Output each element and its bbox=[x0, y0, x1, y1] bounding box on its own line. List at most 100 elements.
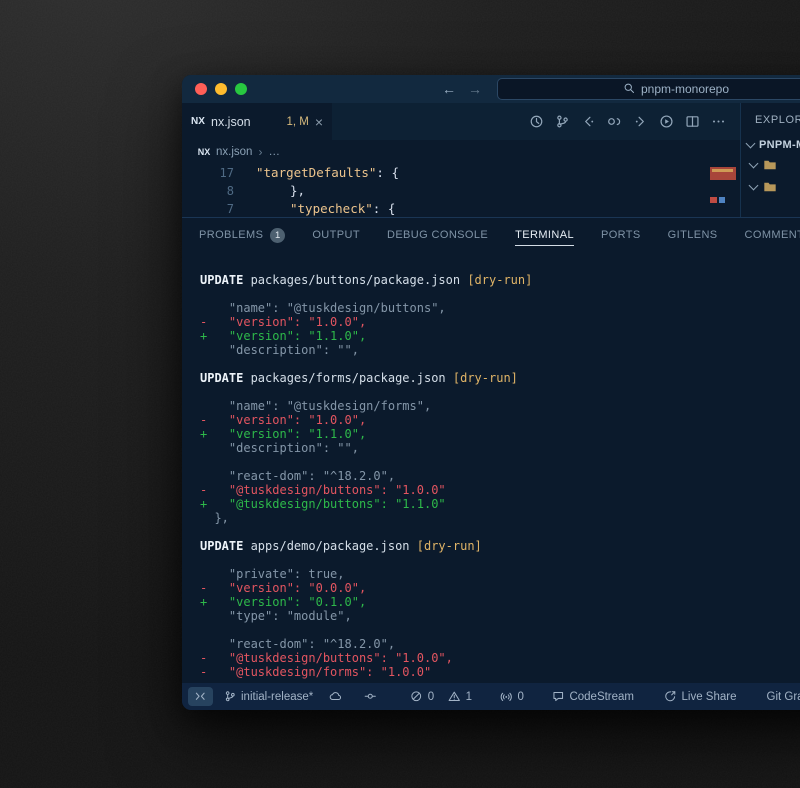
more-actions-button[interactable] bbox=[711, 114, 726, 129]
status-item-publish-changes[interactable] bbox=[322, 683, 349, 710]
run-button[interactable] bbox=[659, 114, 674, 129]
terminal-line: "name": "@tuskdesign/forms", bbox=[200, 399, 800, 413]
search-value: pnpm-monorepo bbox=[641, 82, 729, 96]
file-path: apps/demo/package.json bbox=[243, 539, 416, 553]
file-tree bbox=[741, 154, 800, 198]
status-item-remote-indicator[interactable] bbox=[188, 687, 213, 706]
terminal-line bbox=[200, 357, 800, 371]
source-control-button[interactable] bbox=[555, 114, 570, 129]
close-window-button[interactable] bbox=[195, 83, 207, 95]
diff-removed: - "@tuskdesign/forms": "1.0.0" bbox=[200, 665, 431, 679]
navigate-back-button[interactable]: ← bbox=[442, 81, 456, 97]
diff-context: "description": "", bbox=[200, 441, 359, 455]
terminal-line: + "version": "0.1.0", bbox=[200, 595, 800, 609]
tree-item-folder[interactable] bbox=[741, 154, 800, 176]
diff-added: + "version": "1.1.0", bbox=[200, 329, 366, 343]
diff-added: + "version": "1.1.0", bbox=[200, 427, 366, 441]
terminal-line: "react-dom": "^18.2.0", bbox=[200, 469, 800, 483]
search-icon bbox=[623, 82, 635, 97]
status-item-git-branch[interactable]: initial-release* bbox=[217, 683, 321, 710]
panel-tab-comments[interactable]: COMMENTS bbox=[745, 218, 800, 252]
panel-tab-problems[interactable]: PROBLEMS1 bbox=[199, 218, 285, 252]
terminal-line: - "version": "1.0.0", bbox=[200, 315, 800, 329]
panel-tab-terminal[interactable]: TERMINAL bbox=[515, 218, 574, 252]
navigate-forward-button[interactable]: → bbox=[468, 81, 482, 97]
code-text: }, bbox=[236, 182, 305, 200]
status-item-git-commit[interactable] bbox=[357, 683, 384, 710]
diff-context: "name": "@tuskdesign/forms", bbox=[200, 399, 431, 413]
git-commit-icon bbox=[364, 690, 377, 703]
open-changes-button[interactable] bbox=[607, 114, 622, 129]
status-label: initial-release* bbox=[241, 691, 313, 703]
folder-icon bbox=[762, 158, 778, 172]
timeline-button[interactable] bbox=[529, 114, 544, 129]
terminal-line: }, bbox=[200, 511, 800, 525]
diff-added: + "version": "0.1.0", bbox=[200, 595, 366, 609]
terminal-line: - "version": "0.0.0", bbox=[200, 581, 800, 595]
tab-close-button[interactable]: × bbox=[315, 115, 323, 129]
minimap[interactable] bbox=[710, 166, 736, 216]
diff-context: "name": "@tuskdesign/buttons", bbox=[200, 301, 446, 315]
update-keyword: UPDATE bbox=[200, 273, 243, 287]
sidebar-title: EXPLORER bbox=[741, 103, 800, 126]
status-item-live-share[interactable]: Live Share bbox=[657, 683, 743, 710]
dry-run-flag: [dry-run] bbox=[453, 371, 518, 385]
status-label: 1 bbox=[466, 691, 472, 703]
status-item-warnings[interactable]: 1 bbox=[441, 683, 479, 710]
terminal-line: - "@tuskdesign/forms": "1.0.0" bbox=[200, 665, 800, 679]
panel-tab-ports[interactable]: PORTS bbox=[601, 218, 641, 252]
terminal-line: + "version": "1.1.0", bbox=[200, 329, 800, 343]
explorer-section-header[interactable]: PNPM-MONOREPO bbox=[741, 126, 800, 154]
terminal-line: "react-dom": "^18.2.0", bbox=[200, 637, 800, 651]
diff-context: "type": "module", bbox=[200, 609, 352, 623]
previous-change-button[interactable] bbox=[581, 114, 596, 129]
editor-line: 7"typecheck": { bbox=[182, 200, 740, 217]
panel-tab-output[interactable]: OUTPUT bbox=[312, 218, 360, 252]
status-label: CodeStream bbox=[569, 691, 634, 703]
status-item-ports[interactable]: 0 bbox=[493, 683, 531, 710]
zoom-window-button[interactable] bbox=[235, 83, 247, 95]
terminal-line: UPDATE packages/forms/package.json [dry-… bbox=[200, 371, 800, 385]
terminal-line: + "@tuskdesign/buttons": "1.1.0" bbox=[200, 497, 800, 511]
breadcrumb-item-symbol[interactable]: … bbox=[268, 146, 280, 158]
panel-tab-debug-console[interactable]: DEBUG CONSOLE bbox=[387, 218, 488, 252]
git-branch-icon bbox=[224, 690, 237, 703]
split-editor-button[interactable] bbox=[685, 114, 700, 129]
problems-count-badge: 1 bbox=[270, 228, 285, 243]
minimize-window-button[interactable] bbox=[215, 83, 227, 95]
panel-tab-label: GITLENS bbox=[668, 218, 718, 252]
status-item-codestream[interactable]: CodeStream bbox=[545, 683, 641, 710]
terminal-line bbox=[200, 287, 800, 301]
diff-context: "react-dom": "^18.2.0", bbox=[200, 637, 395, 651]
status-item-errors[interactable]: 0 bbox=[403, 683, 441, 710]
error-circle-icon bbox=[410, 690, 423, 703]
panel-tab-label: DEBUG CONSOLE bbox=[387, 218, 488, 252]
codestream-icon bbox=[552, 690, 565, 703]
terminal-line bbox=[200, 553, 800, 567]
diff-added: + "@tuskdesign/buttons": "1.1.0" bbox=[200, 497, 446, 511]
terminal-output: UPDATE packages/buttons/package.json [dr… bbox=[182, 252, 800, 683]
status-bar: initial-release* 0 1 0 CodeStream Live Share G… bbox=[182, 683, 800, 710]
line-number: 17 bbox=[182, 164, 236, 182]
terminal-line: "type": "module", bbox=[200, 609, 800, 623]
command-center-search[interactable]: pnpm-monorepo bbox=[497, 78, 800, 100]
breadcrumb: NX nx.json › … bbox=[182, 140, 740, 164]
explorer-sidebar: EXPLORER PNPM-MONOREPO bbox=[740, 103, 800, 217]
editor-line: 8}, bbox=[182, 182, 740, 200]
tab-bar: NX nx.json 1, M × bbox=[182, 103, 740, 140]
terminal-line bbox=[200, 385, 800, 399]
tree-item-folder[interactable] bbox=[741, 176, 800, 198]
diff-context: }, bbox=[200, 511, 229, 525]
breadcrumb-item-file[interactable]: nx.json bbox=[216, 146, 252, 158]
chevron-right-icon: › bbox=[258, 145, 262, 159]
punctuation: }, bbox=[290, 183, 305, 198]
next-change-button[interactable] bbox=[633, 114, 648, 129]
code-editor[interactable]: 17"targetDefaults": {8},7"typecheck": { bbox=[182, 164, 740, 217]
minimap-mark bbox=[712, 169, 733, 172]
punctuation: : { bbox=[373, 201, 396, 216]
window-controls bbox=[182, 83, 247, 95]
status-item-git-graph[interactable]: Git Graph bbox=[760, 683, 800, 710]
terminal-line: "description": "", bbox=[200, 343, 800, 357]
tab-nx-json[interactable]: NX nx.json 1, M × bbox=[182, 103, 332, 140]
panel-tab-gitlens[interactable]: GITLENS bbox=[668, 218, 718, 252]
